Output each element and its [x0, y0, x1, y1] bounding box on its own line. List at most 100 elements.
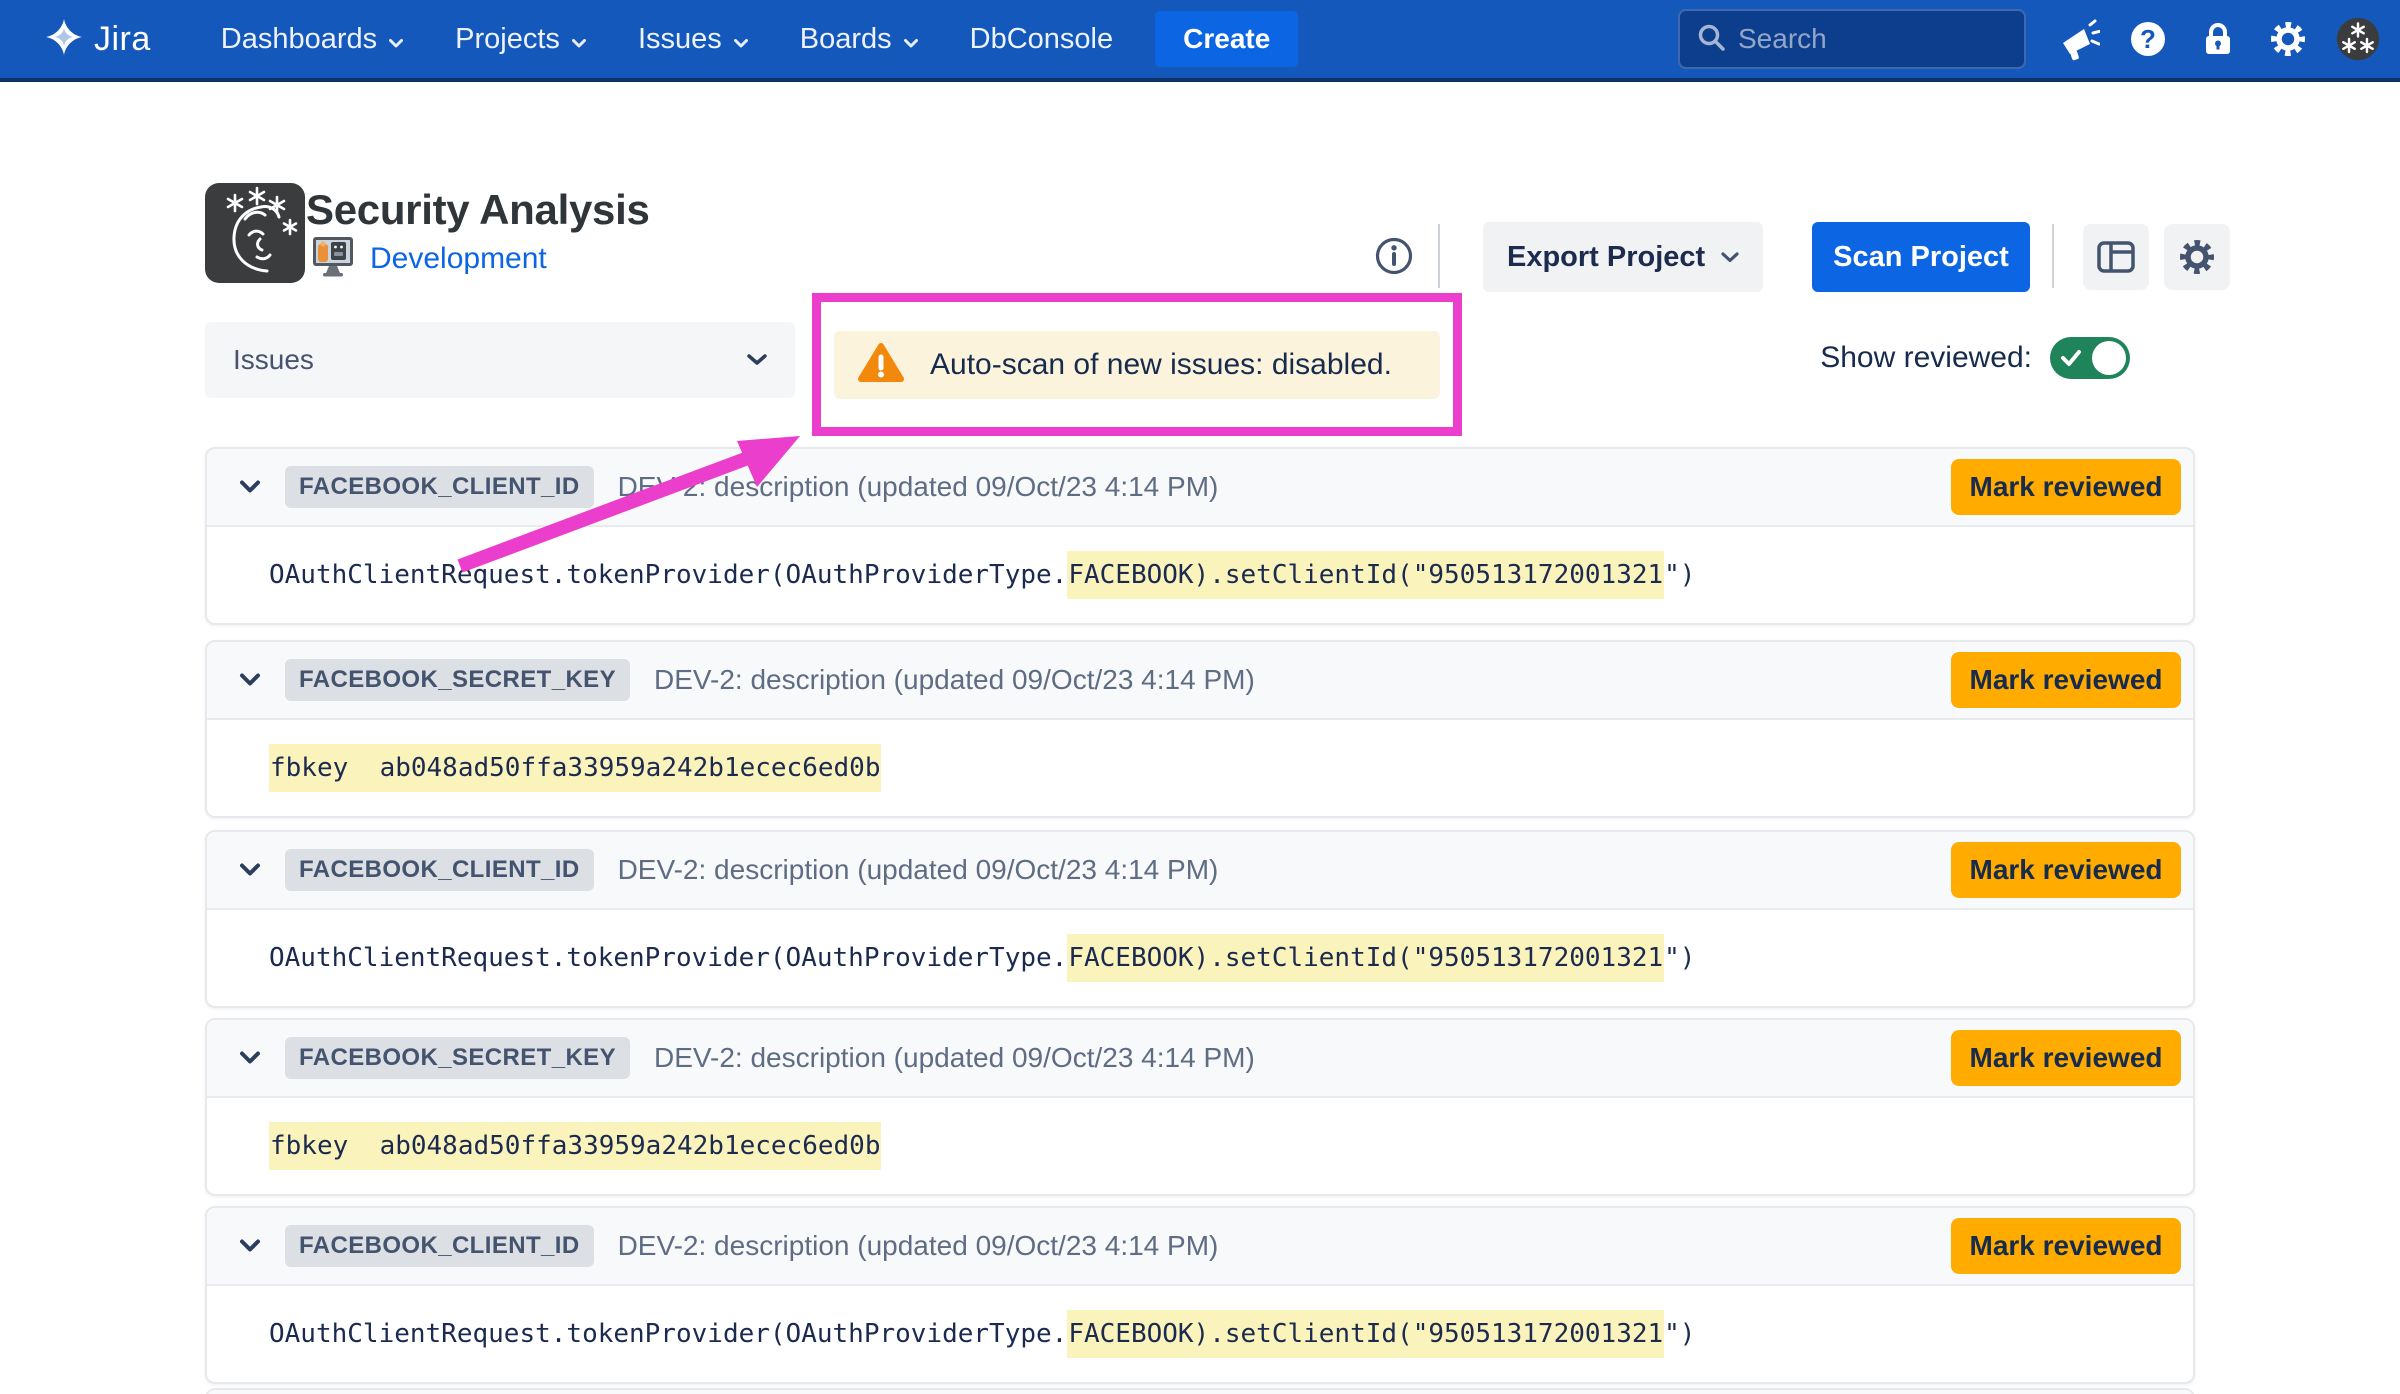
secret-type-badge: FACEBOOK_CLIENT_ID [285, 466, 594, 508]
issues-filter-value: Issues [233, 344, 314, 376]
info-icon[interactable] [1372, 234, 1416, 278]
code-highlight: fbkey ab048ad50ffa33959a242b1ecec6ed0b [269, 744, 881, 792]
top-nav: Jira Dashboards Projects Issues Boards D… [0, 0, 2400, 82]
mark-reviewed-button[interactable]: Mark reviewed [1951, 459, 2181, 515]
jira-wordmark: Jira [94, 20, 151, 59]
secret-type-badge: FACEBOOK_SECRET_KEY [285, 659, 630, 701]
collapse-chevron-icon[interactable] [239, 863, 261, 877]
lock-icon[interactable] [2196, 17, 2240, 61]
show-reviewed-control: Show reviewed: [1700, 337, 2130, 379]
code-highlight: FACEBOOK).setClientId("950513172001321 [1067, 1310, 1664, 1358]
issue-title: DEV-2: description (updated 09/Oct/23 4:… [654, 664, 1927, 696]
issue-card: FACEBOOK_CLIENT_ID DEV-2: description (u… [205, 830, 2195, 1008]
announcement-icon[interactable] [2056, 17, 2100, 61]
layout-panel-button[interactable] [2083, 224, 2149, 290]
toggle-knob [2092, 341, 2126, 375]
nav-item-projects[interactable]: Projects [455, 23, 586, 56]
issue-title: DEV-2: description (updated 09/Oct/23 4:… [654, 1042, 1927, 1074]
issue-header: FACEBOOK_CLIENT_ID DEV-2: description (u… [207, 449, 2193, 527]
code-highlight: FACEBOOK).setClientId("950513172001321 [1067, 934, 1664, 982]
mark-reviewed-button[interactable]: Mark reviewed [1951, 652, 2181, 708]
code-text: ") [1664, 943, 1695, 973]
project-avatar [205, 183, 305, 283]
issue-code-line: fbkey ab048ad50ffa33959a242b1ecec6ed0b [207, 720, 2193, 816]
chevron-down-icon [747, 354, 767, 366]
mark-reviewed-button[interactable]: Mark reviewed [1951, 842, 2181, 898]
chevron-down-icon [904, 23, 918, 56]
chevron-down-icon [734, 23, 748, 56]
issue-code-line: OAuthClientRequest.tokenProvider(OAuthPr… [207, 527, 2193, 623]
secret-type-badge: FACEBOOK_CLIENT_ID [285, 849, 594, 891]
jira-logo[interactable]: Jira [44, 17, 151, 62]
issue-code-line: OAuthClientRequest.tokenProvider(OAuthPr… [207, 1286, 2193, 1382]
search-input[interactable] [1738, 23, 1978, 55]
issue-card: FACEBOOK_CLIENT_ID DEV-2: description (u… [205, 1206, 2195, 1384]
collapse-chevron-icon[interactable] [239, 480, 261, 494]
project-type-link[interactable]: Development [370, 242, 547, 276]
secret-type-badge: FACEBOOK_SECRET_KEY [285, 1037, 630, 1079]
issue-title: DEV-2: description (updated 09/Oct/23 4:… [618, 854, 1927, 886]
export-project-label: Export Project [1507, 241, 1705, 274]
issue-code-line: OAuthClientRequest.tokenProvider(OAuthPr… [207, 910, 2193, 1006]
settings-gear-button[interactable] [2164, 224, 2230, 290]
divider [1438, 224, 1440, 288]
project-subtitle: Development [310, 233, 547, 284]
code-highlight: FACEBOOK).setClientId("950513172001321 [1067, 551, 1664, 599]
divider [2052, 224, 2054, 288]
issue-header: FACEBOOK_CLIENT_ID DEV-2: description (u… [207, 832, 2193, 910]
nav-item-label: Dashboards [221, 23, 377, 56]
page-title: Security Analysis [306, 186, 650, 234]
nav-item-dbconsole[interactable]: DbConsole [970, 23, 1113, 56]
nav-menu: Dashboards Projects Issues Boards DbCons… [221, 23, 1113, 56]
search-box[interactable] [1678, 9, 2026, 69]
nav-item-label: Boards [800, 23, 892, 56]
issue-card: FACEBOOK_CLIENT_ID DEV-2: description (u… [205, 447, 2195, 625]
nav-item-issues[interactable]: Issues [638, 23, 748, 56]
mark-reviewed-button[interactable]: Mark reviewed [1951, 1030, 2181, 1086]
code-text: OAuthClientRequest.tokenProvider(OAuthPr… [269, 560, 1067, 590]
secret-type-badge: FACEBOOK_CLIENT_ID [285, 1225, 594, 1267]
export-project-button[interactable]: Export Project [1483, 222, 1763, 292]
nav-icon-group: ? [2056, 17, 2380, 61]
mark-reviewed-button[interactable]: Mark reviewed [1951, 1218, 2181, 1274]
issue-card: FACEBOOK_SECRET_KEY DEV-2: description (… [205, 640, 2195, 818]
svg-text:?: ? [2140, 24, 2156, 54]
code-text: ") [1664, 1319, 1695, 1349]
annotation-highlight-box [812, 293, 1462, 436]
nav-item-label: Projects [455, 23, 560, 56]
scan-project-button[interactable]: Scan Project [1812, 222, 2030, 292]
page: Jira Dashboards Projects Issues Boards D… [0, 0, 2400, 1394]
nav-item-dashboards[interactable]: Dashboards [221, 23, 403, 56]
issues-filter-select[interactable]: Issues [205, 322, 795, 398]
show-reviewed-label: Show reviewed: [1820, 341, 2032, 375]
collapse-chevron-icon[interactable] [239, 673, 261, 687]
chevron-down-icon [572, 23, 586, 56]
collapse-chevron-icon[interactable] [239, 1239, 261, 1253]
issue-card-partial [205, 1388, 2195, 1394]
create-button[interactable]: Create [1155, 11, 1298, 67]
nav-item-label: Issues [638, 23, 722, 56]
code-text: OAuthClientRequest.tokenProvider(OAuthPr… [269, 943, 1067, 973]
issue-title: DEV-2: description (updated 09/Oct/23 4:… [618, 1230, 1927, 1262]
issue-header: FACEBOOK_CLIENT_ID DEV-2: description (u… [207, 1208, 2193, 1286]
jira-logo-icon [44, 17, 84, 62]
code-text: OAuthClientRequest.tokenProvider(OAuthPr… [269, 1319, 1067, 1349]
help-icon[interactable]: ? [2126, 17, 2170, 61]
code-text: ") [1664, 560, 1695, 590]
user-avatar[interactable] [2336, 17, 2380, 61]
collapse-chevron-icon[interactable] [239, 1051, 261, 1065]
show-reviewed-toggle[interactable] [2050, 337, 2130, 379]
search-icon [1694, 20, 1728, 59]
issue-header: FACEBOOK_SECRET_KEY DEV-2: description (… [207, 642, 2193, 720]
chevron-down-icon [389, 23, 403, 56]
issue-card: FACEBOOK_SECRET_KEY DEV-2: description (… [205, 1018, 2195, 1196]
issue-code-line: fbkey ab048ad50ffa33959a242b1ecec6ed0b [207, 1098, 2193, 1194]
nav-item-label: DbConsole [970, 23, 1113, 56]
settings-gear-icon[interactable] [2266, 17, 2310, 61]
code-highlight: fbkey ab048ad50ffa33959a242b1ecec6ed0b [269, 1122, 881, 1170]
check-icon [2061, 349, 2081, 367]
workstation-icon [310, 233, 356, 284]
nav-item-boards[interactable]: Boards [800, 23, 918, 56]
issue-title: DEV-2: description (updated 09/Oct/23 4:… [618, 471, 1927, 503]
issue-header: FACEBOOK_SECRET_KEY DEV-2: description (… [207, 1020, 2193, 1098]
